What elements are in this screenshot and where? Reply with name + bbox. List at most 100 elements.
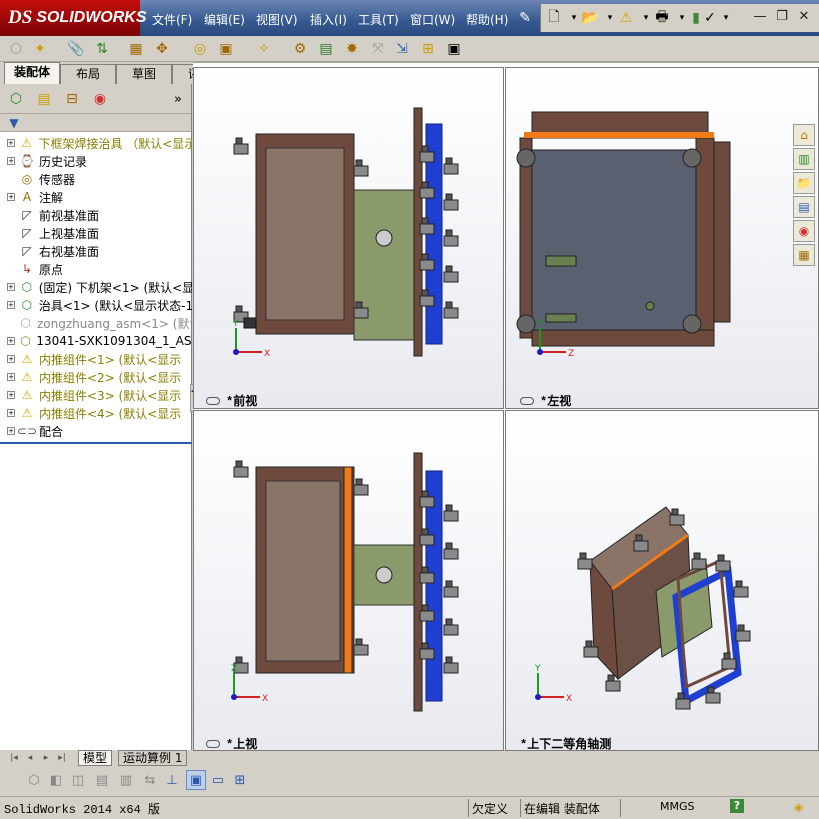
- tree-item[interactable]: + ⬡ 治具<1> (默认<显示状态-1: [0, 296, 192, 314]
- expand-toggle-icon[interactable]: +: [7, 157, 15, 165]
- tab-assembly[interactable]: 装配体: [4, 62, 60, 84]
- tree-item[interactable]: + ⌚ 历史记录: [0, 152, 192, 170]
- tree-item[interactable]: + ⬡ (固定) 下机架<1> (默认<显: [0, 278, 192, 296]
- tree-item[interactable]: ◸ 上视基准面: [0, 224, 192, 242]
- tab-sketch[interactable]: 草图: [116, 64, 172, 84]
- tag-icon[interactable]: ◈: [794, 800, 803, 814]
- tree-item[interactable]: ↳ 原点: [0, 260, 192, 278]
- display-manager-icon[interactable]: ◉: [90, 89, 110, 109]
- instant3d-icon[interactable]: ⇲: [392, 39, 412, 59]
- close-button[interactable]: ✕: [795, 8, 813, 26]
- view-palette-icon[interactable]: ▤: [793, 196, 815, 218]
- tree-item[interactable]: + ⚠ 内推组件<2> (默认<显示: [0, 368, 192, 386]
- status-units[interactable]: MMGS: [660, 800, 695, 813]
- feature-manager-tree-icon[interactable]: ⬡: [6, 89, 26, 109]
- expand-toggle-icon[interactable]: +: [7, 301, 15, 309]
- expand-toggle-icon[interactable]: +: [7, 391, 15, 399]
- menu-edit[interactable]: 编辑(E): [204, 11, 245, 28]
- isometric-icon[interactable]: ⬡: [24, 770, 44, 790]
- expand-toggle-icon[interactable]: +: [7, 373, 15, 381]
- isometric-view-pane[interactable]: XY *上下二等角轴测: [505, 410, 819, 751]
- single-view-icon[interactable]: ▣: [186, 770, 206, 790]
- bill-of-materials-icon[interactable]: ▤: [316, 39, 336, 59]
- filter-icon[interactable]: ▼: [4, 113, 24, 133]
- menu-insert[interactable]: 插入(I): [310, 11, 347, 28]
- file-explorer-icon[interactable]: 📁: [793, 172, 815, 194]
- snapshot-icon[interactable]: ▣: [444, 39, 464, 59]
- graphics-area[interactable]: 🔍 ⌕ ↶ ◧ ⬒ ◫ ∞ ◉ ☘ ▣ ◫ ◧ ❐ ✕ XY *前视 ZY *左…: [193, 62, 819, 751]
- new-document-icon[interactable]: 🗋: [545, 9, 563, 27]
- menu-window[interactable]: 窗口(W): [410, 11, 455, 28]
- coordinate-icon[interactable]: ⊥: [162, 770, 182, 790]
- expand-toggle-icon[interactable]: +: [7, 409, 15, 417]
- appearances-icon[interactable]: ◉: [793, 220, 815, 242]
- move-component-icon[interactable]: ✥: [152, 39, 172, 59]
- four-view-icon[interactable]: ⊞: [230, 770, 250, 790]
- status-definition[interactable]: 欠定义: [472, 800, 508, 817]
- exploded-view-icon[interactable]: ✸: [342, 39, 362, 59]
- hidden-lines-icon[interactable]: ◫: [68, 770, 88, 790]
- insert-component-icon[interactable]: ⬡: [6, 39, 26, 59]
- expand-panel-icon[interactable]: »: [168, 89, 188, 109]
- expand-toggle-icon[interactable]: +: [7, 193, 15, 201]
- mate-icon[interactable]: ⇅: [92, 39, 112, 59]
- menu-view[interactable]: 视图(V): [256, 11, 298, 28]
- left-view-pane[interactable]: ZY *左视: [505, 67, 819, 409]
- speedpak-icon[interactable]: ⊞: [418, 39, 438, 59]
- tree-item[interactable]: + ⚠ 下框架焊接治具 （默认<显示: [0, 134, 192, 152]
- custom-properties-icon[interactable]: ▦: [793, 244, 815, 266]
- paperclip-icon[interactable]: 📎: [66, 39, 86, 59]
- property-manager-icon[interactable]: ▤: [34, 89, 54, 109]
- scroll-last-icon[interactable]: ▸|: [52, 748, 72, 768]
- tree-item[interactable]: ◎ 传感器: [0, 170, 192, 188]
- tree-item[interactable]: + ⚠ 内推组件<3> (默认<显示: [0, 386, 192, 404]
- component-pattern-icon[interactable]: ▦: [126, 39, 146, 59]
- help-icon[interactable]: ?: [730, 799, 744, 813]
- tree-item[interactable]: ⬡ zongzhuang_asm<1> (默认): [0, 314, 192, 332]
- open-folder-icon[interactable]: 📂: [581, 9, 599, 27]
- menu-help[interactable]: 帮助(H): [466, 11, 508, 28]
- menu-file[interactable]: 文件(F): [152, 11, 192, 28]
- tree-item[interactable]: + ⚠ 内推组件<4> (默认<显示: [0, 404, 192, 422]
- explode-line-sketch-icon[interactable]: ⤧: [368, 39, 388, 59]
- top-view-label-box: *上视: [206, 735, 257, 750]
- expand-toggle-icon[interactable]: +: [7, 427, 15, 435]
- rebuild-warning-icon[interactable]: ⚠: [617, 9, 635, 27]
- print-icon[interactable]: 🖶: [653, 9, 671, 27]
- expand-toggle-icon[interactable]: +: [7, 337, 15, 345]
- menu-tools[interactable]: 工具(T): [358, 11, 399, 28]
- restore-button[interactable]: ❐: [773, 8, 791, 26]
- rollback-bar[interactable]: [0, 442, 192, 444]
- expand-toggle-icon[interactable]: +: [7, 355, 15, 363]
- section-toggle-icon[interactable]: ⇆: [140, 770, 160, 790]
- shaded-icon[interactable]: ◧: [46, 770, 66, 790]
- tree-item[interactable]: + A 注解: [0, 188, 192, 206]
- tree-item[interactable]: + ⚠ 内推组件<1> (默认<显示: [0, 350, 192, 368]
- expand-toggle-icon[interactable]: +: [7, 283, 15, 291]
- tree-item[interactable]: ◸ 右视基准面: [0, 242, 192, 260]
- options-dropdown-icon[interactable]: ▾: [717, 9, 735, 27]
- minimize-button[interactable]: —: [751, 8, 769, 26]
- pin-icon[interactable]: ✎: [516, 9, 534, 27]
- tab-model[interactable]: 模型: [78, 750, 113, 766]
- tree-item[interactable]: + ⬡ 13041-SXK1091304_1_ASM_1_: [0, 332, 192, 350]
- front-view-pane[interactable]: XY *前视: [193, 67, 504, 409]
- assembly-features-icon[interactable]: ▣: [216, 39, 236, 59]
- section-icon[interactable]: ▥: [116, 770, 136, 790]
- configuration-manager-icon[interactable]: ⊟: [62, 89, 82, 109]
- tree-item[interactable]: + ⊂⊃ 配合: [0, 422, 192, 440]
- tab-motion-study[interactable]: 运动算例 1: [118, 750, 188, 766]
- tab-layout[interactable]: 布局: [60, 64, 116, 84]
- top-view-pane[interactable]: XZ *上视: [193, 410, 504, 751]
- reference-geometry-icon[interactable]: ✧: [254, 39, 274, 59]
- expand-toggle-icon[interactable]: +: [7, 139, 15, 147]
- solidworks-resources-icon[interactable]: ⌂: [793, 124, 815, 146]
- tree-item[interactable]: ◸ 前视基准面: [0, 206, 192, 224]
- new-part-icon[interactable]: ✦: [30, 39, 50, 59]
- two-view-icon[interactable]: ▭: [208, 770, 228, 790]
- new-motion-study-icon[interactable]: ⚙: [290, 39, 310, 59]
- show-hidden-icon[interactable]: ◎: [190, 39, 210, 59]
- design-library-icon[interactable]: ▥: [793, 148, 815, 170]
- wireframe-icon[interactable]: ▤: [92, 770, 112, 790]
- solidworks-logo[interactable]: DS SOLIDWORKS: [0, 0, 147, 36]
